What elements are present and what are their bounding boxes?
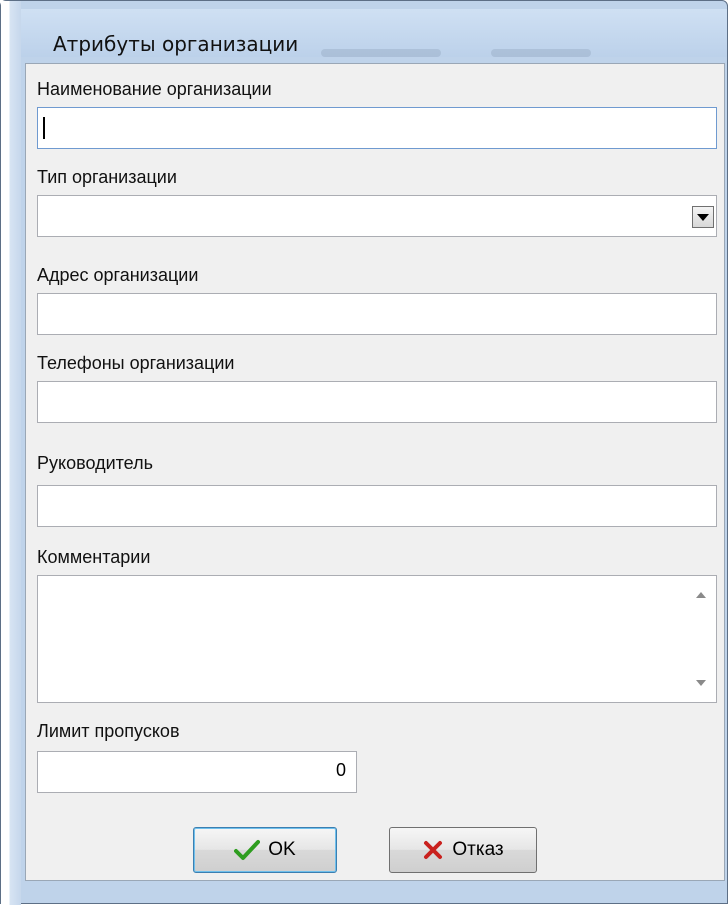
cancel-button-label: Отказ: [452, 839, 504, 860]
organization-address-input[interactable]: [37, 293, 717, 335]
scroll-down-icon[interactable]: [696, 680, 706, 686]
title-shadow: [491, 49, 591, 57]
limit-label: Лимит пропусков: [37, 721, 180, 741]
phones-label: Телефоны организации: [37, 353, 235, 373]
comments-label: Комментарии: [37, 547, 151, 567]
organization-name-input[interactable]: [37, 107, 717, 149]
organization-type-select[interactable]: [37, 195, 717, 237]
text-caret: [43, 117, 45, 139]
name-label: Наименование организации: [37, 79, 272, 99]
pass-limit-value: 0: [335, 760, 346, 780]
chevron-down-icon: [697, 213, 709, 221]
comments-textarea[interactable]: [37, 575, 717, 703]
cancel-button[interactable]: Отказ: [389, 827, 537, 873]
dialog-window: Атрибуты организации Наименование органи…: [0, 0, 728, 905]
pass-limit-input[interactable]: 0: [37, 751, 357, 793]
address-label: Адрес организации: [37, 265, 199, 285]
background-window-edge: [1, 1, 21, 905]
checkmark-icon: [234, 840, 261, 860]
ok-button[interactable]: OK: [193, 827, 337, 873]
ok-button-label: OK: [268, 839, 296, 860]
title-shadow: [321, 49, 441, 57]
manager-label: Руководитель: [37, 453, 153, 473]
dropdown-button[interactable]: [692, 206, 714, 228]
window-title: Атрибуты организации: [53, 32, 299, 56]
scroll-up-icon[interactable]: [696, 592, 706, 598]
type-label: Тип организации: [37, 167, 177, 187]
title-bar[interactable]: Атрибуты организации: [21, 9, 727, 57]
organization-phones-input[interactable]: [37, 381, 717, 423]
x-icon: [424, 841, 443, 859]
manager-input[interactable]: [37, 485, 717, 527]
